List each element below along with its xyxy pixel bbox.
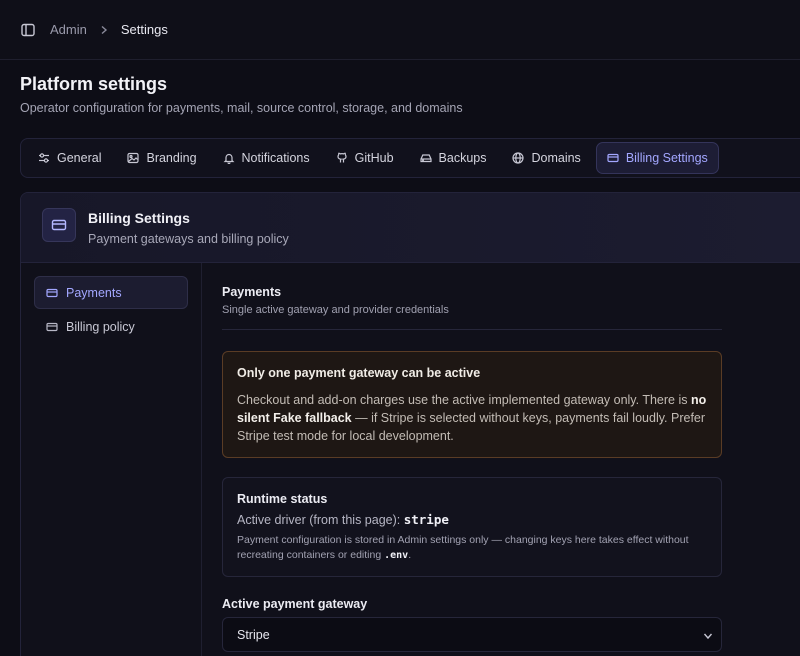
billing-sidenav: Payments Billing policy [21,263,202,656]
warning-title: Only one payment gateway can be active [237,366,481,380]
tab-label: General [57,151,102,165]
chevron-right-icon [99,25,109,35]
sidebar-toggle-icon[interactable] [20,22,36,38]
card-header: Billing Settings Payment gateways and bi… [21,193,800,263]
tab-domains[interactable]: Domains [501,142,591,174]
tab-label: Notifications [241,151,310,165]
breadcrumb-settings: Settings [120,22,168,37]
settings-tabs: General Branding Notifications GitHub Ba… [20,138,800,178]
tab-label: Branding [146,151,197,165]
bell-icon [223,153,234,164]
tab-branding[interactable]: Branding [116,142,207,174]
active-driver: Active driver (from this page): stripe [237,512,449,527]
gateway-selected-value: Stripe [237,627,270,642]
tab-general[interactable]: General [27,142,112,174]
sidenav-item-payments[interactable]: Payments [34,276,188,309]
image-icon [127,152,140,164]
credit-card-icon [46,322,58,331]
sidenav-item-label: Billing policy [66,319,135,334]
card-subtitle: Payment gateways and billing policy [88,232,289,246]
tab-label: Billing Settings [625,151,708,165]
card-title: Billing Settings [88,210,190,226]
section-subtitle: Single active gateway and provider crede… [222,304,449,316]
breadcrumb-admin[interactable]: Admin [50,22,87,37]
env-code: .env [384,550,409,561]
gateway-select[interactable]: Stripe [222,617,722,652]
runtime-note: Payment configuration is stored in Admin… [237,534,689,561]
sliders-icon [39,153,49,163]
gateway-label: Active payment gateway [222,597,368,611]
warning-text: Checkout and add-on charges use the acti… [237,393,707,443]
divider [222,329,722,330]
page-title: Platform settings [20,74,168,94]
credit-card-icon [42,208,76,242]
tab-label: Domains [531,151,581,165]
section-title: Payments [222,285,282,299]
runtime-status-title: Runtime status [237,492,328,506]
warning-callout: Only one payment gateway can be active C… [222,351,722,458]
tab-github[interactable]: GitHub [325,142,405,174]
globe-icon [512,152,525,164]
billing-settings-card: Billing Settings Payment gateways and bi… [20,192,800,656]
runtime-status-panel: Runtime status Active driver (from this … [222,477,722,577]
tab-billing-settings[interactable]: Billing Settings [595,142,719,174]
page-subtitle: Operator configuration for payments, mai… [20,101,463,115]
tab-backups[interactable]: Backups [409,142,498,174]
tab-label: Backups [438,151,487,165]
driver-value: stripe [403,512,449,527]
tab-label: GitHub [354,151,394,165]
top-bar: Admin Settings [0,0,800,60]
sidenav-item-label: Payments [66,285,122,300]
hard-drive-icon [419,154,432,163]
chevron-down-icon [703,630,713,640]
github-icon [337,152,347,163]
sidenav-item-billing-policy[interactable]: Billing policy [34,310,188,343]
credit-card-icon [46,288,58,297]
tab-notifications[interactable]: Notifications [212,142,321,174]
credit-card-icon [607,153,619,163]
